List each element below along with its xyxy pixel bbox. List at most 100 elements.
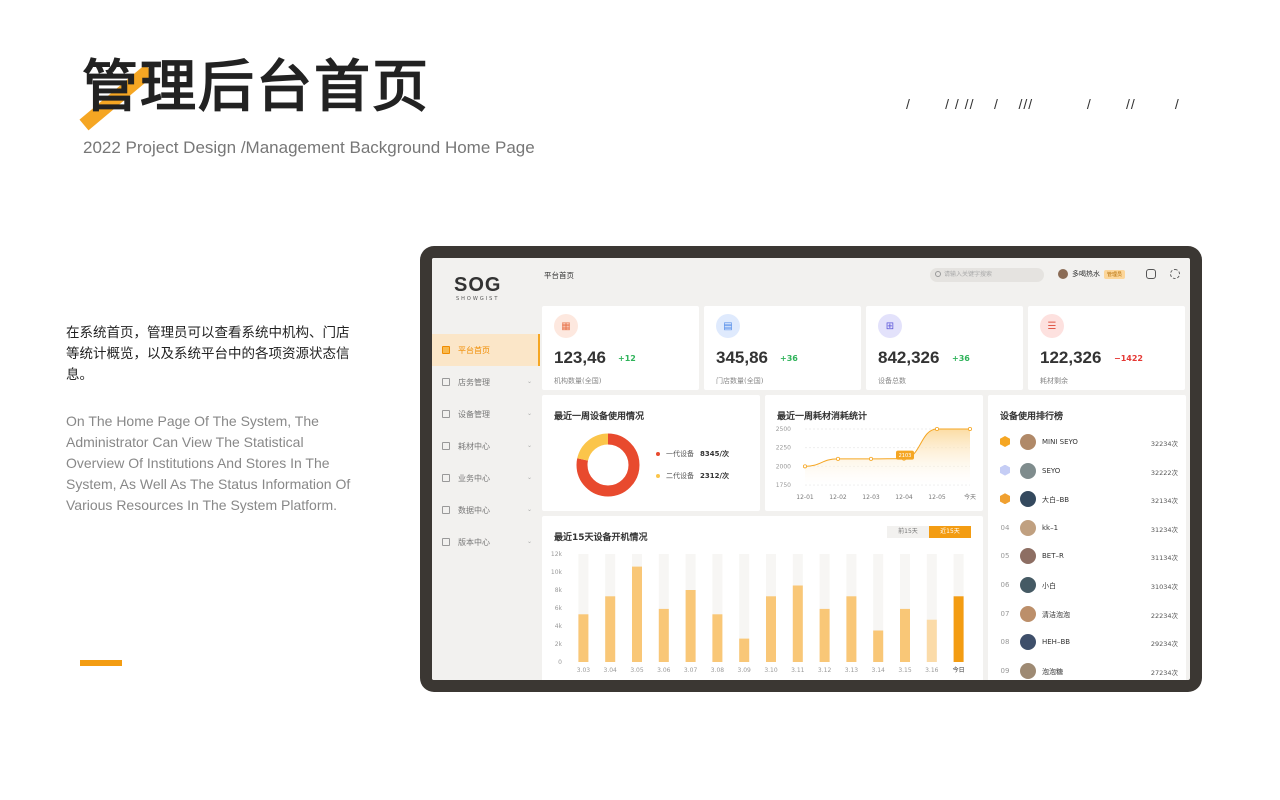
device-name: MINI SEYO <box>1042 438 1078 446</box>
user-menu[interactable]: 多喝热水 管理员 <box>1058 269 1126 279</box>
device-name: 清洁泡泡 <box>1042 610 1070 619</box>
x-tick-label: 3.06 <box>657 667 671 674</box>
tablet-frame: SOG SHOWGIST 平台首页 店务管理 ⌄ 设备管理 ⌄ 耗材中心 ⌄ 业务中心 ⌄ 数据中… <box>420 246 1202 692</box>
stat-label: 设备总数 <box>878 377 906 385</box>
list-item[interactable]: 06 小白 31034次 <box>998 573 1178 597</box>
y-tick-label: 4k <box>555 623 563 630</box>
y-tick-label: 1750 <box>776 482 791 489</box>
nav-icon <box>442 538 450 546</box>
description-en: On The Home Page Of The System, The Admi… <box>66 413 351 513</box>
list-item[interactable]: 09 泡泡糖 27234次 <box>998 659 1178 680</box>
bar <box>819 608 830 662</box>
bar <box>926 619 937 662</box>
list-item[interactable]: 大白–BB 32134次 <box>998 487 1178 511</box>
stat-delta: +36 <box>952 354 970 363</box>
sidebar-item[interactable]: 耗材中心 ⌄ <box>432 430 540 462</box>
data-point <box>836 456 841 461</box>
avatar <box>1058 269 1068 279</box>
sidebar-item-label: 业务中心 <box>458 473 490 483</box>
card-title: 设备使用排行榜 <box>1000 412 1064 422</box>
y-tick-label: 0 <box>558 659 562 666</box>
sidebar-item[interactable]: 设备管理 ⌄ <box>432 398 540 430</box>
avatar <box>1020 491 1036 508</box>
bar <box>632 566 642 662</box>
tooltip-label: 2103 <box>899 453 912 459</box>
stat-delta: +12 <box>618 354 636 363</box>
card-title: 最近一周设备使用情况 <box>554 412 645 422</box>
ranking-card: 设备使用排行榜 MINI SEYO 32234次 SEYO 32222次 大白–BB 32… <box>988 395 1186 680</box>
bar <box>846 596 857 662</box>
message-icon[interactable] <box>1146 269 1156 279</box>
stat-value: 345,86 <box>716 348 768 367</box>
sidebar-item[interactable]: 店务管理 ⌄ <box>432 366 540 398</box>
x-tick-label: 12-02 <box>829 494 847 501</box>
avatar <box>1020 577 1036 593</box>
sidebar-item-label: 数据中心 <box>458 505 490 515</box>
x-tick-label: 3.15 <box>898 667 912 674</box>
chevron-down-icon: ⌄ <box>526 410 532 417</box>
sidebar-nav: 平台首页 店务管理 ⌄ 设备管理 ⌄ 耗材中心 ⌄ 业务中心 ⌄ 数据中心 ⌄ 版本中心 ⌄ <box>432 334 540 558</box>
donut-chart <box>576 433 640 497</box>
toggle-prev-15[interactable]: 前15天 <box>887 526 929 538</box>
sidebar: SOG SHOWGIST 平台首页 店务管理 ⌄ 设备管理 ⌄ 耗材中心 ⌄ 业务中心 ⌄ 数据中… <box>432 258 540 680</box>
usage-count: 32134次 <box>1150 497 1178 506</box>
legend-item: 一代设备 8345/次 <box>656 449 729 459</box>
sidebar-item[interactable]: 版本中心 ⌄ <box>432 526 540 558</box>
y-tick-label: 2250 <box>776 445 791 452</box>
top-bar: 平台首页 请输入关键字搜索 多喝热水 管理员 <box>540 258 1190 290</box>
usage-count: 22234次 <box>1150 611 1178 620</box>
building-icon: ▦ <box>554 314 578 338</box>
list-item[interactable]: 04 kk–1 31234次 <box>998 516 1178 540</box>
logo[interactable]: SOG SHOWGIST <box>454 274 516 304</box>
rank-number: 08 <box>1000 638 1010 647</box>
list-item[interactable]: 07 清洁泡泡 22234次 <box>998 602 1178 626</box>
breadcrumb: 平台首页 <box>544 271 574 280</box>
data-point <box>803 464 808 469</box>
description-cn: 在系统首页，管理员可以查看系统中机构、门店等统计概览，以及系统平台中的各项资源状… <box>66 325 350 383</box>
toggle-recent-15[interactable]: 近15天 <box>929 526 971 538</box>
rank-number: 09 <box>1000 666 1010 675</box>
area-chart: 1750 2000 2250 2500 12-01 12-02 12-03 12-04 12-0… <box>776 426 976 501</box>
data-point <box>934 427 939 432</box>
data-point <box>869 456 874 461</box>
device-name: BET–R <box>1042 552 1064 561</box>
bar <box>658 608 669 662</box>
x-tick-label: 今日 <box>953 666 965 674</box>
gear-icon[interactable] <box>1170 269 1180 279</box>
legend-dot <box>656 474 660 478</box>
chevron-down-icon: ⌄ <box>526 506 532 513</box>
stat-card: ☰ 122,326 −1422 耗材剩余 <box>1028 306 1185 390</box>
stat-label: 机构数量(全国) <box>554 377 602 385</box>
decorative-slashes: / / / // / /// / // / <box>906 96 1180 112</box>
x-tick-label: 3.04 <box>604 667 618 674</box>
sidebar-item[interactable]: 业务中心 ⌄ <box>432 462 540 494</box>
x-tick-label: 3.07 <box>684 667 698 674</box>
x-tick-label: 3.09 <box>738 667 752 674</box>
sidebar-item[interactable]: 数据中心 ⌄ <box>432 494 540 526</box>
bar <box>605 596 616 662</box>
bar <box>712 614 723 662</box>
avatar <box>1020 605 1036 622</box>
avatar <box>1020 519 1036 536</box>
nav-icon <box>442 410 450 418</box>
sidebar-item-label: 耗材中心 <box>458 441 490 451</box>
stat-card: ▤ 345,86 +36 门店数量(全国) <box>704 306 861 390</box>
sidebar-item[interactable]: 平台首页 <box>432 334 540 366</box>
list-item[interactable]: SEYO 32222次 <box>998 459 1178 483</box>
device-name: HEH–BB <box>1042 638 1071 647</box>
y-tick-label: 2000 <box>776 463 791 470</box>
stat-value: 842,326 <box>878 348 940 367</box>
search-input[interactable]: 请输入关键字搜索 <box>930 268 1044 282</box>
stat-delta: +36 <box>780 354 798 363</box>
x-tick-label: 3.05 <box>630 667 644 674</box>
stat-delta: −1422 <box>1114 354 1143 363</box>
nav-icon <box>442 346 450 354</box>
list-item[interactable]: MINI SEYO 32234次 <box>998 430 1178 454</box>
rank-badge-icon <box>1000 464 1010 476</box>
area-fill <box>805 429 970 485</box>
avatar <box>1020 634 1036 651</box>
list-item[interactable]: 08 HEH–BB 29234次 <box>998 630 1178 654</box>
x-tick-label: 3.10 <box>764 667 778 674</box>
sidebar-item-label: 设备管理 <box>458 409 490 419</box>
list-item[interactable]: 05 BET–R 31134次 <box>998 544 1178 568</box>
